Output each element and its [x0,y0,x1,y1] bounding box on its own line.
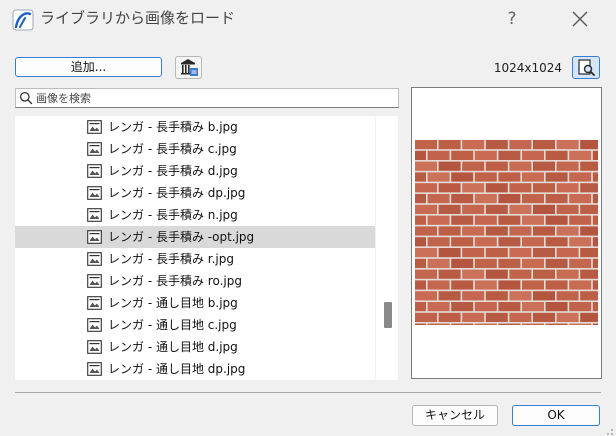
help-button[interactable]: ? [497,6,527,32]
image-file-icon [87,142,102,156]
image-file-icon [87,274,102,288]
image-file-icon [87,296,102,310]
image-file-icon [87,230,102,244]
image-file-icon [87,318,102,332]
image-file-icon [87,120,102,134]
list-item-label: レンガ - 長手積み -opt.jpg [108,230,255,244]
image-dimensions: 1024x1024 [493,61,562,75]
image-file-icon [87,252,102,266]
list-scrollbar[interactable] [376,116,398,380]
search-box [15,88,399,108]
list-item-label: レンガ - 長手積み c.jpg [108,142,237,156]
cancel-button[interactable]: キャンセル [412,405,498,426]
search-icon [19,91,33,105]
close-icon[interactable] [565,6,595,32]
image-file-icon [87,164,102,178]
list-item[interactable]: レンガ - 通し目地 dp.jpg [15,358,375,380]
list-item-label: レンガ - 長手積み dp.jpg [108,186,246,200]
image-file-icon [87,340,102,354]
image-preview-pane [411,87,602,379]
image-file-icon [87,208,102,222]
scrollbar-thumb[interactable] [384,302,392,328]
image-file-icon [87,362,102,376]
list-item[interactable]: レンガ - 長手積み b.jpg [15,116,375,138]
preview-toggle-button[interactable] [572,56,600,79]
list-item-label: レンガ - 長手積み ro.jpg [108,274,242,288]
archicad-arc-icon [12,9,34,31]
resize-grip-icon[interactable] [602,424,614,436]
list-item-label: レンガ - 長手積み b.jpg [108,120,238,134]
list-item-label: レンガ - 長手積み r.jpg [108,252,234,266]
brick-texture-preview [415,140,598,325]
list-item-label: レンガ - 長手積み n.jpg [108,208,238,222]
library-manager-button[interactable] [175,56,202,79]
search-input[interactable] [36,90,396,106]
list-item[interactable]: レンガ - 長手積み d.jpg [15,160,375,182]
add-button[interactable]: 追加... [15,57,162,77]
list-item[interactable]: レンガ - 長手積み ro.jpg [15,270,375,292]
list-item[interactable]: レンガ - 長手積み c.jpg [15,138,375,160]
list-item[interactable]: レンガ - 通し目地 b.jpg [15,292,375,314]
list-item-label: レンガ - 通し目地 b.jpg [108,296,238,310]
list-item[interactable]: レンガ - 長手積み dp.jpg [15,182,375,204]
library-manager-icon [181,59,198,76]
list-item-label: レンガ - 通し目地 c.jpg [108,318,237,332]
list-item[interactable]: レンガ - 長手積み r.jpg [15,248,375,270]
list-item[interactable]: レンガ - 通し目地 c.jpg [15,314,375,336]
list-item-label: レンガ - 長手積み d.jpg [108,164,238,178]
image-file-icon [87,186,102,200]
ok-button[interactable]: OK [512,405,600,426]
file-list[interactable]: レンガ - 長手積み b.jpg レンガ - 長手積み c.jpg レンガ - 長手… [15,116,375,380]
window-title: ライブラリから画像をロード [40,9,236,27]
list-item-label: レンガ - 通し目地 dp.jpg [108,362,246,376]
list-item-label: レンガ - 通し目地 d.jpg [108,340,238,354]
list-item[interactable]: レンガ - 長手積み n.jpg [15,204,375,226]
list-item[interactable]: レンガ - 長手積み -opt.jpg [15,226,375,248]
preview-magnifier-icon [578,59,595,76]
list-item[interactable]: レンガ - 通し目地 d.jpg [15,336,375,358]
title-bar: ライブラリから画像をロード ? [0,0,616,40]
footer-divider [15,392,601,393]
